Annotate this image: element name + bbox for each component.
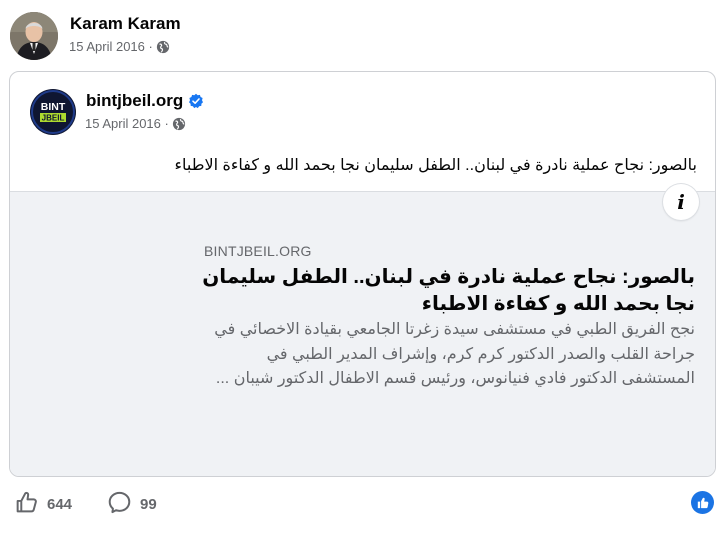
link-title[interactable]: بالصور: نجاح عملية نادرة في لبنان.. الطف… [200,264,695,318]
globe-icon [156,40,170,54]
like-button[interactable]: 644 [14,491,72,517]
link-domain: BINTJBEIL.ORG [204,243,312,259]
info-button[interactable]: i [663,184,699,220]
like-count: 644 [47,495,73,513]
logo-text-bottom: JBEIL [42,114,65,123]
link-preview[interactable]: i BINTJBEIL.ORG بالصور: نجاح عملية نادرة… [10,184,715,476]
page-logo[interactable]: BINT JBEIL [30,89,76,135]
globe-icon [172,117,186,131]
post-caption: بالصور: نجاح عملية نادرة في لبنان.. الطف… [174,157,697,174]
comment-count: 99 [140,495,157,513]
comment-button[interactable]: 99 [107,491,157,517]
avatar-photo [10,12,58,60]
reactions-bar: 644 99 [0,484,723,524]
comment-bubble-icon [107,490,132,519]
page-name-label[interactable]: bintjbeil.org [86,91,183,111]
shared-post-date[interactable]: 15 April 2016 · [85,116,169,131]
bintjbeil-logo: BINT JBEIL [31,90,75,134]
share-icon[interactable] [691,491,714,514]
info-icon: i [677,190,685,214]
page-name: bintjbeil.org [86,91,204,111]
verified-badge-icon [188,93,204,109]
shared-post-meta: 15 April 2016 · [85,116,186,131]
post-date[interactable]: 15 April 2016 · [69,39,153,54]
author-name[interactable]: Karam Karam [70,14,181,34]
logo-text-top: BINT [41,101,66,113]
thumbs-up-icon [14,490,39,519]
avatar[interactable] [10,12,58,60]
post-meta: 15 April 2016 · [69,39,170,54]
shared-post-card[interactable]: BINT JBEIL bintjbeil.org 15 April 2016 ·… [9,71,716,477]
link-description: نجح الفريق الطبي في مستشفى سيدة زغرتا ال… [214,321,695,387]
